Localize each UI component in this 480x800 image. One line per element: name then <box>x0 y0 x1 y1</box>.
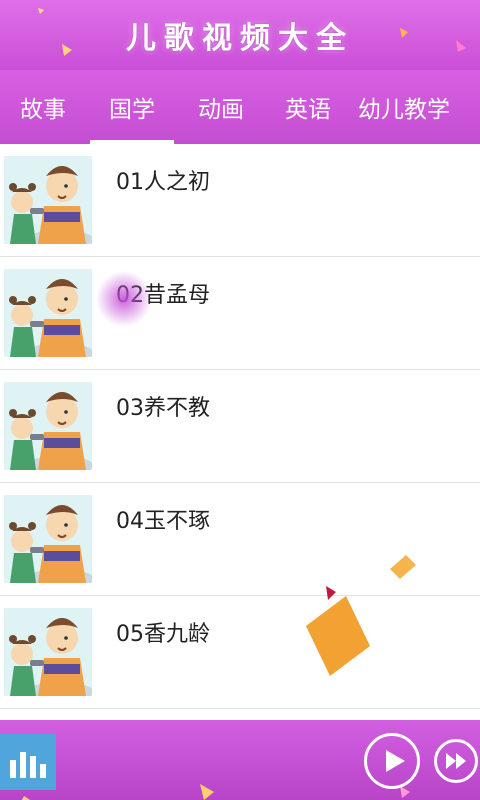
confetti-decoration <box>306 586 370 676</box>
tab-english[interactable]: 英语 <box>264 70 352 144</box>
video-thumbnail <box>4 495 92 583</box>
list-item[interactable]: 04玉不琢 <box>0 483 480 596</box>
equalizer-button[interactable] <box>0 734 56 790</box>
equalizer-icon <box>40 764 46 778</box>
play-button[interactable] <box>364 733 420 789</box>
tab-animation[interactable]: 动画 <box>178 70 264 144</box>
video-thumbnail <box>4 382 92 470</box>
fast-forward-icon <box>446 753 466 769</box>
play-icon <box>386 750 405 772</box>
video-thumbnail <box>4 608 92 696</box>
video-thumbnail <box>4 269 92 357</box>
list-item[interactable]: 01人之初 <box>0 144 480 257</box>
tab-stories[interactable]: 故事 <box>0 70 86 144</box>
app-header: 儿歌视频大全 <box>0 0 480 70</box>
tab-early-education[interactable]: 幼儿教学 <box>352 70 480 144</box>
video-title: 03养不教 <box>116 396 210 421</box>
category-tabs: 故事 国学 动画 英语 幼儿教学 <box>0 70 480 202</box>
list-item[interactable]: 02昔孟母 <box>0 257 480 370</box>
list-item[interactable]: 05香九龄 <box>0 586 480 709</box>
equalizer-icon <box>30 756 36 778</box>
video-list: 01人之初 02昔孟母 03养不教 04玉不琢 05香九龄 <box>0 144 480 720</box>
equalizer-icon <box>20 752 26 778</box>
video-title: 04玉不琢 <box>116 509 210 534</box>
fast-forward-button[interactable] <box>434 739 478 783</box>
video-title: 01人之初 <box>116 170 210 195</box>
purple-glow-decoration <box>96 271 152 327</box>
equalizer-icon <box>10 760 16 778</box>
confetti-decoration <box>38 8 466 56</box>
video-thumbnail <box>4 156 92 244</box>
list-item[interactable]: 03养不教 <box>0 370 480 483</box>
app-root: 儿歌视频大全 故事 国学 动画 英语 幼儿教学 01人之初 02昔孟母 03养不… <box>0 0 480 800</box>
tab-classics[interactable]: 国学 <box>86 70 178 144</box>
video-title: 05香九龄 <box>116 622 210 647</box>
